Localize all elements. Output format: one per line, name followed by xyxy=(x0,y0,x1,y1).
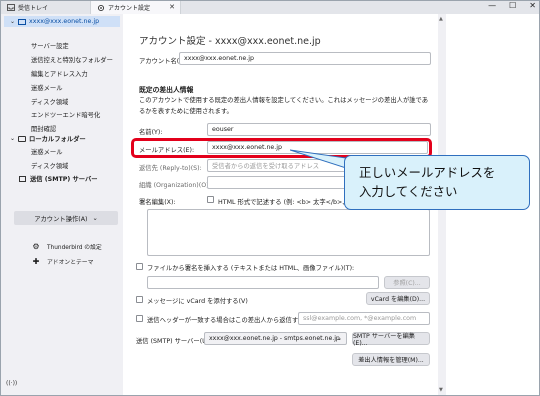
name-label: 名前(Y): xyxy=(139,129,163,136)
reply-to-label: 返信先 (Reply-to)(S): xyxy=(139,165,202,172)
maximize-icon[interactable]: ☐ xyxy=(509,1,516,10)
chevron-down-icon: ⌄ xyxy=(336,335,342,342)
edit-smtp-button[interactable]: SMTP サーバーを編集(E)... xyxy=(352,332,430,347)
reply-from-placeholder: ssl@example.com, *@example.com xyxy=(303,315,417,322)
name-value: eouser xyxy=(212,126,234,133)
outgoing-server-icon xyxy=(19,175,26,182)
minimize-icon[interactable]: — xyxy=(488,1,496,10)
callout-line-2: 入力してください xyxy=(359,184,458,199)
sidebar-account-label: xxxx@xxx.eonet.ne.jp xyxy=(29,18,100,25)
sidebar-account-item[interactable]: ⌄ xxxx@xxx.eonet.ne.jp xyxy=(4,16,120,27)
sidebar-item-composition[interactable]: 編集とアドレス入力 xyxy=(31,69,88,78)
sidebar-local-folders[interactable]: ⌄ ローカルフォルダー xyxy=(10,134,86,143)
section-description: このアカウントで使用する既定の差出人情報を設定してください。これはメッセージの差… xyxy=(139,97,429,115)
attach-vcard-checkbox[interactable] xyxy=(136,296,143,303)
tab-inbox-label: 受信トレイ xyxy=(18,5,49,12)
edit-vcard-button[interactable]: vCard を編集(D)... xyxy=(366,292,430,305)
reply-from-field[interactable]: ssl@example.com, *@example.com xyxy=(298,312,430,325)
smtp-server-value: xxxx@xxx.eonet.ne.jp - smtps.eonet.ne.jp xyxy=(209,335,340,342)
scroll-down-icon[interactable]: ▼ xyxy=(439,387,443,393)
instruction-callout: 正しいメールアドレスを 入力してください xyxy=(344,155,530,210)
sidebar-item-copies-folders[interactable]: 送信控えと特別なフォルダー xyxy=(31,55,113,64)
folder-icon xyxy=(18,135,27,142)
account-actions-button[interactable]: アカウント操作(A) ⌄ xyxy=(14,211,118,225)
sidebar-addons-themes[interactable]: ✚ アドオンとテーマ xyxy=(31,257,94,266)
signature-label: 署名編集(X): xyxy=(139,199,176,206)
close-window-icon[interactable]: ✕ xyxy=(529,1,536,10)
attach-signature-checkbox[interactable] xyxy=(136,263,143,270)
smtp-server-select[interactable]: xxxx@xxx.eonet.ne.jp - smtps.eonet.ne.jp… xyxy=(204,332,347,345)
sidebar-item-junk[interactable]: 迷惑メール xyxy=(31,83,62,92)
signature-textarea[interactable] xyxy=(147,209,430,256)
sidebar-item-return-receipts[interactable]: 開封確認 xyxy=(31,124,56,133)
mail-account-icon xyxy=(18,18,27,25)
callout-line-1: 正しいメールアドレスを xyxy=(359,165,496,180)
signature-file-field[interactable] xyxy=(147,276,379,289)
window-controls: — ☐ ✕ xyxy=(488,1,536,10)
chevron-down-icon: ⌄ xyxy=(92,214,98,222)
attach-vcard-label: メッセージに vCard を添付する(V) xyxy=(147,298,248,305)
callout-pointer xyxy=(290,149,347,169)
account-name-value: xxxx@xxx.eonet.ne.jp xyxy=(184,55,255,62)
reply-from-checkbox[interactable] xyxy=(136,315,143,322)
reply-from-label: 送信ヘッダーが一致する場合はこの差出人から返信する(P): xyxy=(147,317,316,324)
sidebar-thunderbird-settings[interactable]: ⚙ Thunderbird の設定 xyxy=(31,242,102,251)
activity-icon[interactable]: ((·)) xyxy=(6,380,17,387)
sidebar-item-local-junk[interactable]: 迷惑メール xyxy=(31,147,62,156)
chevron-down-icon[interactable]: ⌄ xyxy=(10,135,15,142)
sidebar-item-server-settings[interactable]: サーバー設定 xyxy=(31,41,69,50)
tab-account-settings-label: アカウント設定 xyxy=(108,5,151,12)
name-field[interactable]: eouser xyxy=(207,123,431,136)
gear-icon: ⚙ xyxy=(32,242,40,251)
addons-themes-label: アドオンとテーマ xyxy=(47,260,94,266)
sidebar-local-folders-label: ローカルフォルダー xyxy=(29,136,86,143)
tab-account-settings[interactable]: アカウント設定 ✕ xyxy=(91,1,181,14)
page-title: アカウント設定 - xxxx@xxx.eonet.ne.jp xyxy=(139,36,321,47)
tab-inbox[interactable]: 受信トレイ xyxy=(1,1,91,14)
manage-identities-button[interactable]: 差出人情報を管理(M)... xyxy=(352,353,430,366)
account-name-field[interactable]: xxxx@xxx.eonet.ne.jp xyxy=(179,52,431,65)
tab-close-icon[interactable]: ✕ xyxy=(169,3,175,11)
smtp-server-label: 送信 (SMTP) サーバー(U): xyxy=(136,338,212,345)
inbox-icon xyxy=(7,4,15,11)
attach-signature-label: ファイルから署名を挿入する (テキストまたは HTML、画像ファイル)(T): xyxy=(147,265,355,272)
sidebar-smtp-server[interactable]: 送信 (SMTP) サーバー xyxy=(19,174,98,183)
tab-bar: 受信トレイ アカウント設定 ✕ xyxy=(1,1,539,14)
sidebar-smtp-label: 送信 (SMTP) サーバー xyxy=(30,176,98,183)
thunderbird-settings-label: Thunderbird の設定 xyxy=(47,245,102,251)
puzzle-icon: ✚ xyxy=(32,257,40,266)
section-title: 既定の差出人情報 xyxy=(139,86,194,94)
settings-gear-icon xyxy=(97,4,105,11)
sidebar-item-local-disk[interactable]: ディスク領域 xyxy=(31,161,68,170)
sidebar-item-disk-space[interactable]: ディスク領域 xyxy=(31,97,68,106)
sidebar-item-e2e-encryption[interactable]: エンドツーエンド暗号化 xyxy=(31,110,100,119)
organization-label: 組織 (Organization)(O): xyxy=(139,182,211,189)
account-actions-label: アカウント操作(A) xyxy=(34,215,88,223)
chevron-down-icon[interactable]: ⌄ xyxy=(10,18,15,25)
html-signature-label: HTML 形式で記述する (例: <b> 太字</b>、さ xyxy=(218,199,355,206)
browse-button[interactable]: 参照(C)... xyxy=(384,276,430,289)
scroll-up-icon[interactable]: ▲ xyxy=(439,16,443,22)
html-signature-checkbox[interactable] xyxy=(207,196,214,203)
